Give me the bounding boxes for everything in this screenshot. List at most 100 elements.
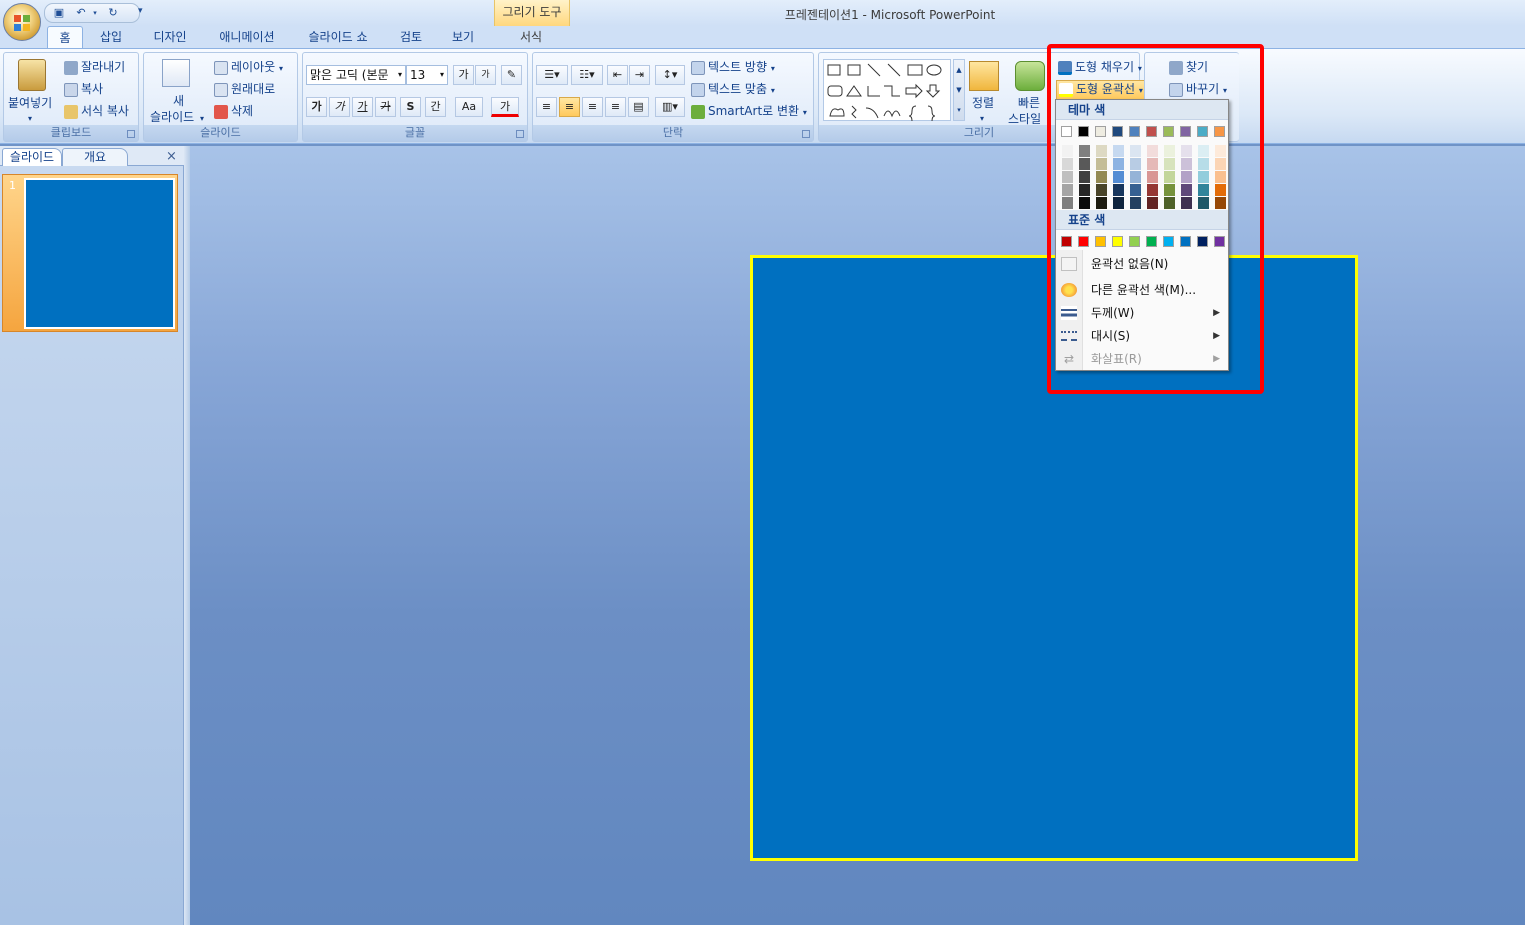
copy-button[interactable]: 복사 [64, 81, 103, 97]
new-slide-label-1[interactable]: 새 [173, 93, 184, 109]
theme-shade-swatch[interactable] [1181, 158, 1192, 170]
decrease-indent-icon[interactable]: ⇤ [607, 65, 628, 85]
distributed-icon[interactable]: ▤ [628, 97, 649, 117]
paragraph-launcher-icon[interactable] [802, 130, 810, 138]
standard-color-swatch[interactable] [1112, 236, 1123, 247]
theme-shade-swatch[interactable] [1147, 184, 1158, 196]
tab-review[interactable]: 검토 [392, 26, 430, 48]
theme-shade-swatch[interactable] [1198, 184, 1209, 196]
paste-icon[interactable] [18, 59, 46, 91]
delete-button[interactable]: 삭제 [214, 103, 253, 119]
dashes-item[interactable]: 대시(S) ▶ [1056, 325, 1228, 347]
font-launcher-icon[interactable] [516, 130, 524, 138]
theme-color-swatch[interactable] [1197, 126, 1208, 137]
bullets-icon[interactable]: ☰▾ [536, 65, 568, 85]
font-color-button[interactable]: 가 [491, 97, 519, 117]
shapes-scroll-icon[interactable]: ▲ ▼ ▾ [953, 59, 965, 121]
replace-button[interactable]: 바꾸기 ▾ [1169, 81, 1227, 99]
font-size-combo[interactable]: 13 ▾ [406, 65, 448, 85]
columns-icon[interactable]: ▥▾ [655, 97, 685, 117]
numbering-icon[interactable]: ☷▾ [571, 65, 603, 85]
tab-view[interactable]: 보기 [444, 26, 482, 48]
theme-shade-swatch[interactable] [1198, 197, 1209, 209]
align-text-button[interactable]: 텍스트 맞춤 ▾ [691, 81, 775, 99]
theme-shade-swatch[interactable] [1198, 145, 1209, 157]
format-painter-button[interactable]: 서식 복사 [64, 103, 129, 119]
theme-shade-swatch[interactable] [1062, 197, 1073, 209]
theme-shade-swatch[interactable] [1215, 184, 1226, 196]
no-outline-item[interactable]: 윤곽선 없음(N) [1056, 253, 1228, 275]
cut-button[interactable]: 잘라내기 [64, 59, 125, 75]
tab-insert[interactable]: 삽입 [90, 26, 132, 48]
theme-shade-swatch[interactable] [1113, 197, 1124, 209]
tab-format[interactable]: 서식 [505, 26, 557, 48]
theme-shade-swatch[interactable] [1130, 145, 1141, 157]
selected-rectangle-shape[interactable] [750, 255, 1358, 861]
tab-slide-show[interactable]: 슬라이드 쇼 [298, 26, 378, 48]
standard-color-swatch[interactable] [1061, 236, 1072, 247]
shadow-button[interactable]: S [400, 97, 421, 117]
theme-shade-swatch[interactable] [1096, 171, 1107, 183]
theme-color-swatch[interactable] [1214, 126, 1225, 137]
find-button[interactable]: 찾기 [1169, 59, 1208, 75]
close-pane-icon[interactable]: × [166, 149, 177, 164]
theme-shade-swatch[interactable] [1215, 171, 1226, 183]
standard-color-swatch[interactable] [1129, 236, 1140, 247]
theme-shade-swatch[interactable] [1096, 158, 1107, 170]
tab-outline[interactable]: 개요 [62, 148, 128, 166]
underline-button[interactable]: 가 [352, 97, 373, 117]
reset-button[interactable]: 원래대로 [214, 81, 275, 97]
theme-color-swatch[interactable] [1146, 126, 1157, 137]
text-direction-button[interactable]: 텍스트 방향 ▾ [691, 59, 775, 77]
theme-shade-swatch[interactable] [1147, 158, 1158, 170]
theme-color-swatch[interactable] [1163, 126, 1174, 137]
theme-shade-swatch[interactable] [1198, 171, 1209, 183]
align-left-icon[interactable]: ≡ [536, 97, 557, 117]
theme-shade-swatch[interactable] [1164, 184, 1175, 196]
shrink-font-button[interactable]: 가 [475, 65, 496, 85]
layout-button[interactable]: 레이아웃 ▾ [214, 59, 283, 77]
justify-icon[interactable]: ≡ [605, 97, 626, 117]
theme-shade-swatch[interactable] [1096, 145, 1107, 157]
slide-thumbnail-image[interactable] [24, 178, 175, 329]
theme-shade-swatch[interactable] [1181, 197, 1192, 209]
theme-shade-swatch[interactable] [1130, 158, 1141, 170]
theme-color-swatch[interactable] [1061, 126, 1072, 137]
weight-item[interactable]: 두께(W) ▶ [1056, 302, 1228, 324]
tab-design[interactable]: 디자인 [145, 26, 195, 48]
tab-slides[interactable]: 슬라이드 [2, 148, 62, 166]
theme-shade-swatch[interactable] [1181, 184, 1192, 196]
theme-shade-swatch[interactable] [1215, 158, 1226, 170]
theme-shade-swatch[interactable] [1130, 184, 1141, 196]
quick-styles-icon[interactable] [1015, 61, 1045, 91]
more-outline-colors-item[interactable]: 다른 윤곽선 색(M)... [1056, 279, 1228, 301]
theme-shade-swatch[interactable] [1147, 197, 1158, 209]
theme-shade-swatch[interactable] [1079, 171, 1090, 183]
theme-shade-swatch[interactable] [1062, 184, 1073, 196]
theme-shade-swatch[interactable] [1198, 158, 1209, 170]
standard-color-swatch[interactable] [1214, 236, 1225, 247]
office-button[interactable] [3, 3, 41, 41]
theme-shade-swatch[interactable] [1062, 158, 1073, 170]
bold-button[interactable]: 가 [306, 97, 327, 117]
theme-shade-swatch[interactable] [1096, 184, 1107, 196]
theme-shade-swatch[interactable] [1096, 197, 1107, 209]
spacing-button[interactable]: 간 [425, 97, 446, 117]
theme-shade-swatch[interactable] [1113, 158, 1124, 170]
theme-shade-swatch[interactable] [1164, 197, 1175, 209]
clipboard-launcher-icon[interactable] [127, 130, 135, 138]
shape-fill-button[interactable]: 도형 채우기 ▾ [1058, 59, 1142, 77]
theme-shade-swatch[interactable] [1130, 171, 1141, 183]
slide-thumbnail-selected[interactable]: 1 [2, 174, 178, 332]
grow-font-button[interactable]: 가 [453, 65, 474, 85]
align-right-icon[interactable]: ≡ [582, 97, 603, 117]
theme-shade-swatch[interactable] [1164, 158, 1175, 170]
theme-shade-swatch[interactable] [1164, 145, 1175, 157]
quick-styles-label-1[interactable]: 빠른 [1018, 95, 1040, 111]
theme-shade-swatch[interactable] [1147, 171, 1158, 183]
standard-color-swatch[interactable] [1197, 236, 1208, 247]
theme-shade-swatch[interactable] [1062, 171, 1073, 183]
tab-animations[interactable]: 애니메이션 [210, 26, 284, 48]
standard-color-swatch[interactable] [1078, 236, 1089, 247]
new-slide-icon[interactable] [162, 59, 190, 87]
